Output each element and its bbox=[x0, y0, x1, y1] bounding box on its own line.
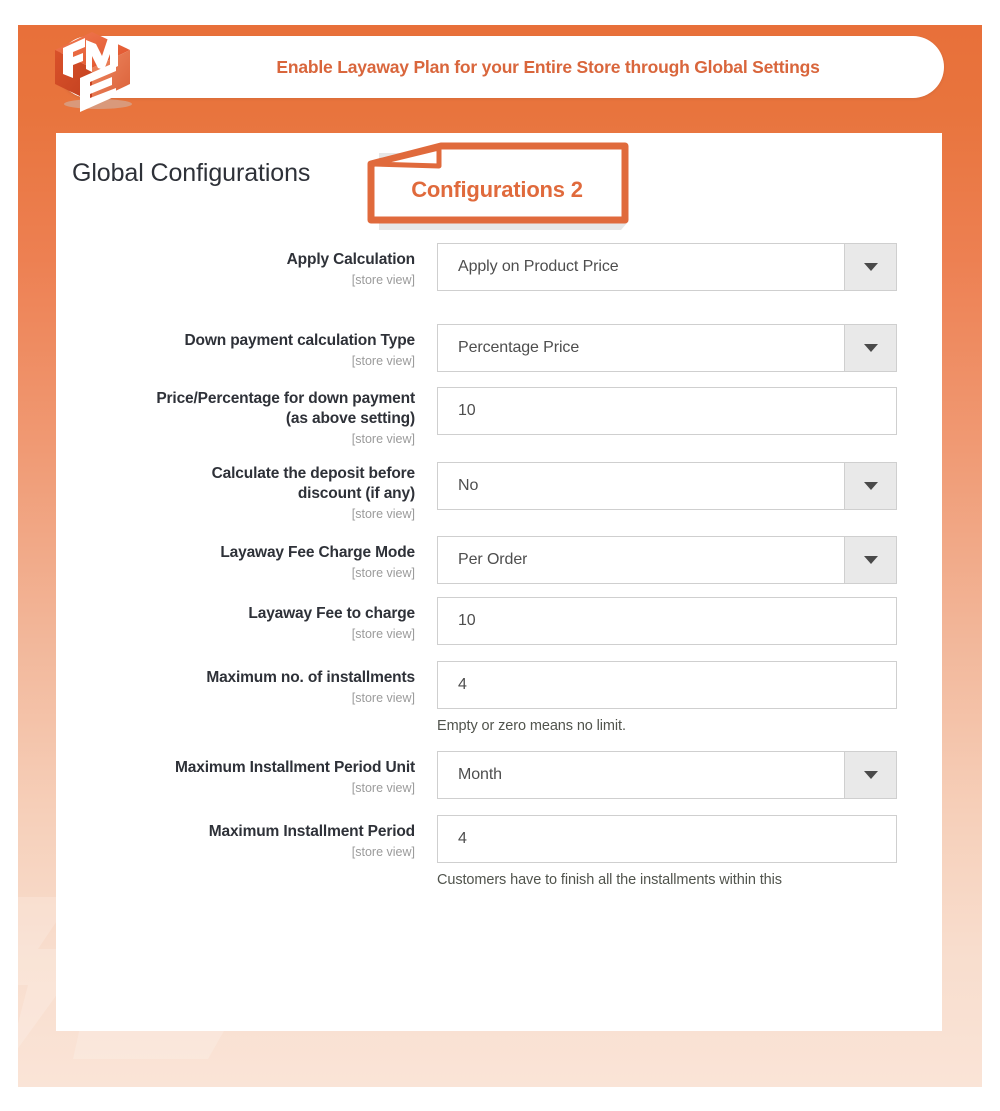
form-row-apply-calculation: Apply Calculation [store view] Apply on … bbox=[56, 243, 942, 291]
label-text: Down payment calculation Type bbox=[184, 332, 416, 349]
scope-label: [store view] bbox=[351, 845, 415, 860]
form-label-fee-to-charge: Layaway Fee to charge [store view] bbox=[56, 597, 437, 644]
form-label-price-percentage: Price/Percentage for down payment (as ab… bbox=[56, 387, 437, 449]
label-text-line2: discount (if any) bbox=[297, 485, 415, 503]
form-label-down-payment-type: Down payment calculation Type [store vie… bbox=[56, 324, 437, 371]
form-label-apply-calculation: Apply Calculation [store view] bbox=[56, 243, 437, 290]
form-label-fee-charge-mode: Layaway Fee Charge Mode [store view] bbox=[56, 536, 437, 583]
chevron-down-icon[interactable] bbox=[844, 751, 897, 800]
form-row-max-installments: Maximum no. of installments [store view]… bbox=[56, 661, 942, 734]
global-configurations-panel: Global Configurations Configurations 2 A… bbox=[56, 133, 942, 1031]
select-period-unit[interactable]: Month bbox=[437, 751, 897, 800]
chevron-down-icon[interactable] bbox=[844, 324, 897, 372]
scope-label: [store view] bbox=[351, 691, 415, 706]
form-row-down-payment-type: Down payment calculation Type [store vie… bbox=[56, 324, 942, 372]
input-value: 4 bbox=[458, 830, 467, 848]
scope-label: [store view] bbox=[351, 354, 415, 369]
hint-max-installments: Empty or zero means no limit. bbox=[437, 718, 626, 735]
label-text-line2: (as above setting) bbox=[285, 410, 415, 428]
page-title: Enable Layaway Plan for your Entire Stor… bbox=[276, 56, 820, 77]
select-down-payment-type[interactable]: Percentage Price bbox=[437, 324, 897, 372]
form-row-deposit-before-discount: Calculate the deposit before discount (i… bbox=[56, 462, 942, 524]
form-row-period-unit: Maximum Installment Period Unit [store v… bbox=[56, 751, 942, 800]
label-text-line1: Calculate the deposit before bbox=[211, 465, 416, 483]
input-installment-period[interactable]: 4 bbox=[437, 815, 897, 864]
label-text-line1: Price/Percentage for down payment bbox=[156, 390, 415, 407]
input-price-percentage[interactable]: 10 bbox=[437, 387, 897, 435]
select-value: Per Order bbox=[458, 551, 528, 569]
scope-label: [store view] bbox=[351, 566, 415, 581]
form-row-installment-period: Maximum Installment Period [store view] … bbox=[56, 815, 942, 888]
form-label-deposit-before-discount: Calculate the deposit before discount (i… bbox=[56, 462, 437, 524]
settings-form: Apply Calculation [store view] Apply on … bbox=[56, 243, 942, 888]
label-text: Maximum no. of installments bbox=[206, 669, 415, 687]
scope-label: [store view] bbox=[351, 627, 415, 642]
scope-label: [store view] bbox=[351, 781, 415, 796]
select-value: Percentage Price bbox=[458, 339, 580, 356]
input-value: 10 bbox=[458, 402, 476, 419]
input-value: 10 bbox=[458, 612, 476, 630]
select-deposit-before-discount[interactable]: No bbox=[437, 462, 897, 511]
header-bar: Enable Layaway Plan for your Entire Stor… bbox=[58, 36, 944, 98]
panel-title-row: Global Configurations Configurations 2 bbox=[56, 133, 942, 243]
input-value: 4 bbox=[458, 676, 467, 694]
hint-installment-period: Customers have to finish all the install… bbox=[437, 872, 782, 889]
label-text: Maximum Installment Period bbox=[208, 823, 415, 841]
panel-title: Global Configurations bbox=[72, 159, 311, 187]
chevron-down-icon[interactable] bbox=[844, 536, 897, 585]
select-value: Month bbox=[458, 766, 502, 784]
select-fee-charge-mode[interactable]: Per Order bbox=[437, 536, 897, 585]
scope-label: [store view] bbox=[351, 507, 415, 522]
label-text: Layaway Fee to charge bbox=[248, 605, 415, 623]
form-row-fee-to-charge: Layaway Fee to charge [store view] 10 bbox=[56, 597, 942, 646]
input-max-installments[interactable]: 4 bbox=[437, 661, 897, 710]
scope-label: [store view] bbox=[351, 273, 415, 288]
label-text: Layaway Fee Charge Mode bbox=[220, 544, 415, 562]
form-row-fee-charge-mode: Layaway Fee Charge Mode [store view] Per… bbox=[56, 536, 942, 585]
label-text: Apply Calculation bbox=[286, 251, 416, 268]
select-apply-calculation[interactable]: Apply on Product Price bbox=[437, 243, 897, 291]
fme-cube-logo-icon bbox=[55, 32, 132, 112]
configurations-badge: Configurations 2 bbox=[363, 140, 635, 232]
form-label-max-installments: Maximum no. of installments [store view] bbox=[56, 661, 437, 708]
configurations-badge-label: Configurations 2 bbox=[411, 177, 583, 202]
form-label-installment-period: Maximum Installment Period [store view] bbox=[56, 815, 437, 862]
chevron-down-icon[interactable] bbox=[844, 243, 897, 291]
input-fee-to-charge[interactable]: 10 bbox=[437, 597, 897, 646]
label-text: Maximum Installment Period Unit bbox=[175, 759, 415, 777]
form-label-period-unit: Maximum Installment Period Unit [store v… bbox=[56, 751, 437, 798]
chevron-down-icon[interactable] bbox=[844, 462, 897, 511]
select-value: No bbox=[458, 477, 479, 495]
scope-label: [store view] bbox=[351, 432, 415, 447]
form-row-price-percentage: Price/Percentage for down payment (as ab… bbox=[56, 387, 942, 449]
select-value: Apply on Product Price bbox=[458, 258, 619, 275]
